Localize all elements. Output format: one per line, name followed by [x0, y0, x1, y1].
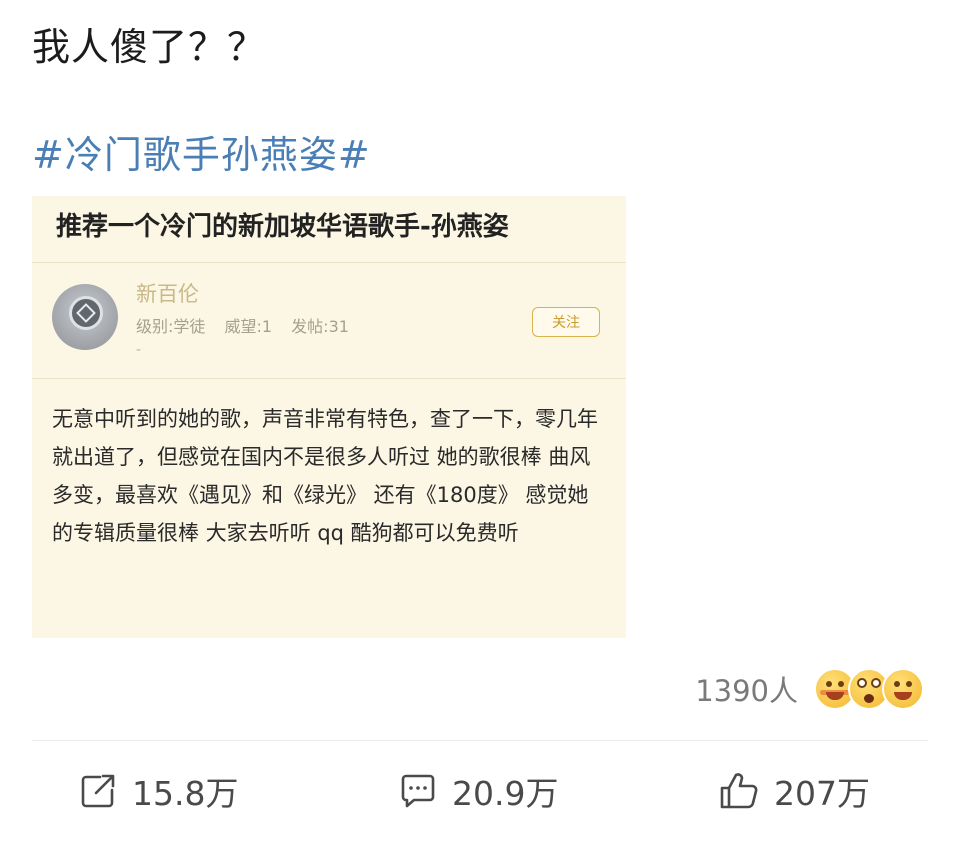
share-icon	[81, 774, 115, 808]
comment-icon	[401, 774, 435, 808]
embedded-post-card[interactable]: 推荐一个冷门的新加坡华语歌手-孙燕姿 新百伦 级别:学徒 威望:1 发帖:31 …	[32, 196, 626, 638]
user-prestige: 威望:1	[224, 317, 273, 336]
topic-hashtag-link[interactable]: #冷门歌手孙燕姿#	[32, 124, 371, 179]
user-avatar[interactable]	[52, 284, 118, 350]
share-count: 15.8万	[132, 774, 239, 813]
comment-count: 20.9万	[452, 774, 559, 813]
user-level: 级别:学徒	[136, 317, 206, 336]
username[interactable]: 新百伦	[136, 278, 199, 308]
user-meta: 级别:学徒 威望:1 发帖:31	[136, 313, 361, 337]
action-bar-divider	[32, 740, 928, 741]
user-post-count: 发帖:31	[291, 317, 349, 336]
grin-emoji-icon	[882, 668, 924, 710]
user-signature: -	[136, 342, 142, 358]
comment-button[interactable]: 20.9万	[398, 760, 558, 822]
thumbs-up-icon	[720, 773, 758, 809]
like-button[interactable]: 207万	[718, 760, 870, 822]
card-title: 推荐一个冷门的新加坡华语歌手-孙燕姿	[56, 212, 509, 242]
reaction-count: 1390人	[695, 674, 798, 708]
like-count: 207万	[774, 774, 870, 813]
card-body-text: 无意中听到的她的歌，声音非常有特色，查了一下，零几年就出道了，但感觉在国内不是很…	[52, 407, 598, 545]
post-text: 我人傻了？？	[32, 25, 267, 69]
share-button[interactable]: 15.8万	[78, 760, 238, 822]
follow-button[interactable]: 关注	[532, 307, 600, 337]
card-divider	[32, 262, 626, 263]
card-divider	[32, 378, 626, 379]
reactions-summary[interactable]: 1390人	[695, 666, 924, 712]
diving-helmet-icon	[69, 296, 103, 330]
